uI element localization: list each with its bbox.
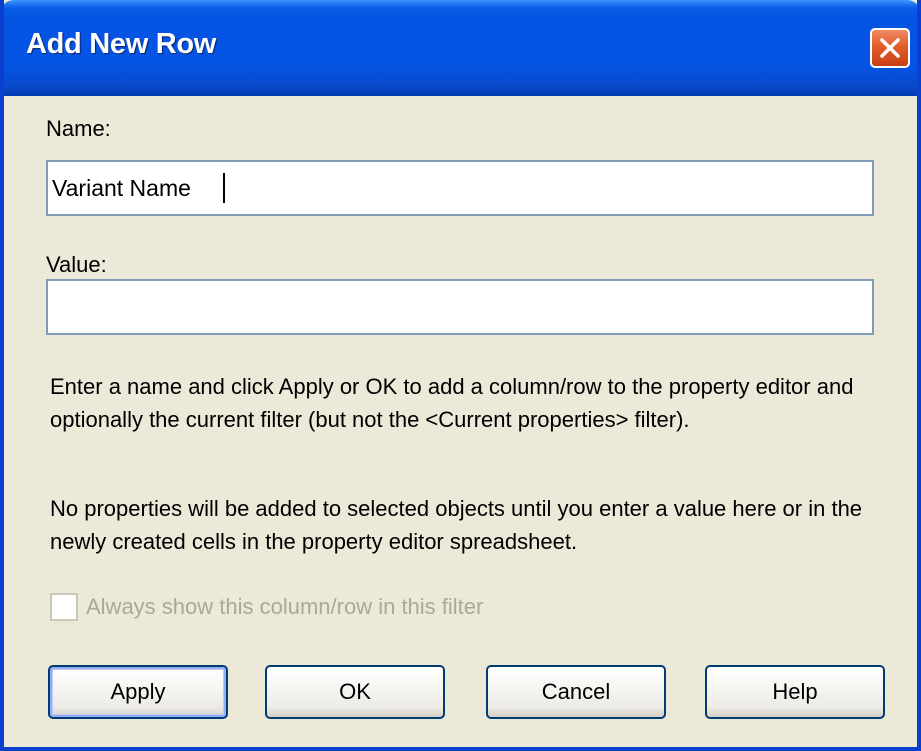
- ok-button[interactable]: OK: [265, 665, 445, 719]
- always-show-checkbox[interactable]: [50, 593, 78, 621]
- close-x-icon: [880, 38, 900, 58]
- always-show-checkbox-row: Always show this column/row in this filt…: [50, 591, 483, 623]
- value-input[interactable]: [46, 279, 874, 335]
- add-new-row-dialog: Add New Row Name: Value: Enter a name an…: [0, 0, 921, 751]
- name-label: Name:: [46, 116, 111, 141]
- cancel-button[interactable]: Cancel: [486, 665, 666, 719]
- help-text-paragraph-2: No properties will be added to selected …: [50, 496, 863, 554]
- name-input[interactable]: [46, 160, 874, 216]
- help-button[interactable]: Help: [705, 665, 885, 719]
- close-button[interactable]: [870, 28, 910, 68]
- dialog-title: Add New Row: [26, 28, 217, 60]
- apply-button[interactable]: Apply: [48, 665, 228, 719]
- help-text-paragraph-1: Enter a name and click Apply or OK to ad…: [50, 374, 854, 432]
- text-caret: [223, 173, 225, 203]
- title-bar[interactable]: Add New Row: [4, 0, 917, 96]
- always-show-checkbox-label: Always show this column/row in this filt…: [86, 594, 484, 619]
- value-label: Value:: [46, 252, 107, 277]
